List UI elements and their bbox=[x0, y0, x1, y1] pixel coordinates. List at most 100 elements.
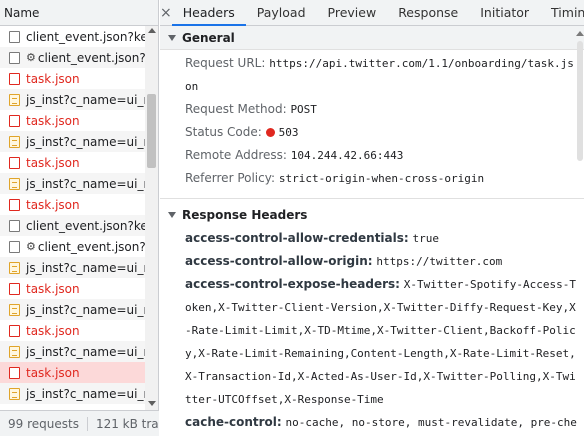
request-name: js_inst?c_name=ui_m. bbox=[26, 176, 145, 191]
remote-address-label: Remote Address: bbox=[185, 148, 287, 162]
referrer-policy-label: Referrer Policy: bbox=[185, 171, 275, 185]
document-icon bbox=[9, 219, 20, 232]
request-name: client_event.json?k bbox=[37, 50, 145, 65]
request-url-label: Request URL: bbox=[185, 56, 266, 70]
request-details-panel: × Headers Payload Preview Response Initi… bbox=[160, 0, 584, 436]
script-icon bbox=[9, 345, 20, 358]
request-name: task.json bbox=[26, 197, 80, 212]
request-name: client_event.json?k bbox=[37, 239, 145, 254]
request-name: js_inst?c_name=ui_m. bbox=[26, 260, 145, 275]
request-row[interactable]: js_inst?c_name=ui_m. bbox=[0, 383, 145, 404]
response-header-row: access-control-allow-origin: https://twi… bbox=[160, 250, 584, 273]
request-row[interactable]: client_event.json?kee bbox=[0, 26, 145, 47]
request-row[interactable]: task.json bbox=[0, 278, 145, 299]
transferred-size: 121 kB tran bbox=[95, 416, 159, 431]
request-row[interactable]: task.json bbox=[0, 152, 145, 173]
status-code-row: Status Code: 503 bbox=[160, 121, 584, 144]
script-icon bbox=[9, 135, 20, 148]
document-icon bbox=[9, 156, 20, 169]
request-row[interactable]: js_inst?c_name=ui_m. bbox=[0, 257, 145, 278]
request-name: task.json bbox=[26, 155, 80, 170]
close-icon[interactable]: × bbox=[160, 5, 172, 21]
request-row[interactable]: ⚙ client_event.json?k bbox=[0, 47, 145, 68]
general-section-title: General bbox=[182, 30, 235, 45]
referrer-policy-row: Referrer Policy: strict-origin-when-cros… bbox=[160, 167, 584, 190]
document-icon bbox=[9, 114, 20, 127]
request-name: js_inst?c_name=ui_m. bbox=[26, 92, 145, 107]
request-count: 99 requests bbox=[0, 416, 88, 431]
request-row[interactable]: js_inst?c_name=ui_m. bbox=[0, 299, 145, 320]
document-icon bbox=[9, 72, 20, 85]
script-icon bbox=[9, 261, 20, 274]
script-icon bbox=[9, 93, 20, 106]
request-method-row: Request Method: POST bbox=[160, 98, 584, 121]
request-rows: client_event.json?kee ⚙ client_event.json?… bbox=[0, 26, 145, 410]
response-header-row: cache-control: no-cache, no-store, must-… bbox=[160, 411, 584, 436]
script-icon bbox=[9, 303, 20, 316]
document-icon bbox=[9, 282, 20, 295]
tab-payload[interactable]: Payload bbox=[246, 0, 317, 26]
request-row[interactable]: js_inst?c_name=ui_m. bbox=[0, 89, 145, 110]
request-row[interactable]: js_inst?c_name=ui_m. bbox=[0, 131, 145, 152]
request-row[interactable]: task.json bbox=[0, 68, 145, 89]
header-name: access-control-expose-headers: bbox=[185, 277, 400, 291]
request-row[interactable]: ⚙ client_event.json?k bbox=[0, 236, 145, 257]
tab-response[interactable]: Response bbox=[387, 0, 469, 26]
request-row[interactable]: task.json bbox=[0, 110, 145, 131]
name-column-header[interactable]: Name bbox=[0, 0, 158, 26]
response-header-row: access-control-expose-headers: X-Twitter… bbox=[160, 273, 584, 411]
request-list-panel: Name client_event.json?kee ⚙ client_event.… bbox=[0, 0, 159, 436]
error-status-dot-icon bbox=[265, 128, 275, 137]
response-header-row: access-control-allow-credentials: true bbox=[160, 227, 584, 250]
document-icon bbox=[9, 366, 20, 379]
request-row[interactable]: task.json bbox=[0, 362, 145, 383]
tab-initiator[interactable]: Initiator bbox=[469, 0, 540, 26]
script-icon bbox=[9, 387, 20, 400]
request-method-value: POST bbox=[290, 103, 317, 116]
status-code-value: 503 bbox=[278, 126, 299, 139]
document-icon bbox=[9, 198, 20, 211]
section-divider bbox=[160, 198, 584, 199]
general-section-header[interactable]: General bbox=[160, 26, 584, 50]
request-name: js_inst?c_name=ui_m. bbox=[26, 344, 145, 359]
request-name: client_event.json?kee bbox=[26, 218, 145, 233]
remote-address-value: 104.244.42.66:443 bbox=[290, 149, 404, 162]
tab-timing[interactable]: Timing bbox=[540, 0, 584, 26]
response-headers-title: Response Headers bbox=[182, 208, 308, 222]
scroll-up-arrow-icon[interactable] bbox=[148, 28, 156, 33]
header-name: cache-control: bbox=[185, 415, 282, 429]
request-name: task.json bbox=[26, 71, 80, 86]
header-value: X-Twitter-Spotify-Access-Token,X-Twitter… bbox=[185, 278, 576, 406]
details-tab-bar: × Headers Payload Preview Response Initi… bbox=[160, 0, 584, 26]
details-scrollbar[interactable] bbox=[576, 27, 584, 436]
header-value: https://twitter.com bbox=[376, 255, 503, 268]
request-url-row: Request URL: https://api.twitter.com/1.1… bbox=[160, 52, 584, 98]
scroll-up-arrow-icon[interactable] bbox=[576, 31, 584, 36]
request-row[interactable]: task.json bbox=[0, 194, 145, 215]
scroll-down-arrow-icon[interactable] bbox=[148, 401, 156, 406]
script-icon bbox=[9, 177, 20, 190]
request-row[interactable]: js_inst?c_name=ui_m. bbox=[0, 341, 145, 362]
header-name: access-control-allow-credentials: bbox=[185, 231, 409, 245]
status-code-label: Status Code: bbox=[185, 125, 262, 139]
request-name: js_inst?c_name=ui_m. bbox=[26, 386, 145, 401]
gear-icon: ⚙ bbox=[26, 240, 36, 253]
scrollbar-thumb[interactable] bbox=[147, 94, 156, 168]
request-row[interactable]: task.json bbox=[0, 320, 145, 341]
expand-triangle-icon bbox=[168, 212, 176, 218]
request-name: task.json bbox=[26, 113, 80, 128]
document-icon bbox=[9, 51, 20, 64]
tab-headers[interactable]: Headers bbox=[171, 0, 246, 26]
request-list-scrollbar[interactable] bbox=[145, 26, 158, 410]
general-section-body: Request URL: https://api.twitter.com/1.1… bbox=[160, 50, 584, 190]
request-name: task.json bbox=[26, 365, 80, 380]
document-icon bbox=[9, 240, 20, 253]
scrollbar-thumb[interactable] bbox=[577, 41, 583, 161]
request-name: js_inst?c_name=ui_m. bbox=[26, 302, 145, 317]
request-row[interactable]: client_event.json?kee bbox=[0, 215, 145, 236]
response-headers-section-header[interactable]: Response Headers bbox=[160, 203, 584, 227]
request-name: task.json bbox=[26, 323, 80, 338]
header-value: true bbox=[412, 232, 440, 245]
request-row[interactable]: js_inst?c_name=ui_m. bbox=[0, 173, 145, 194]
tab-preview[interactable]: Preview bbox=[317, 0, 388, 26]
